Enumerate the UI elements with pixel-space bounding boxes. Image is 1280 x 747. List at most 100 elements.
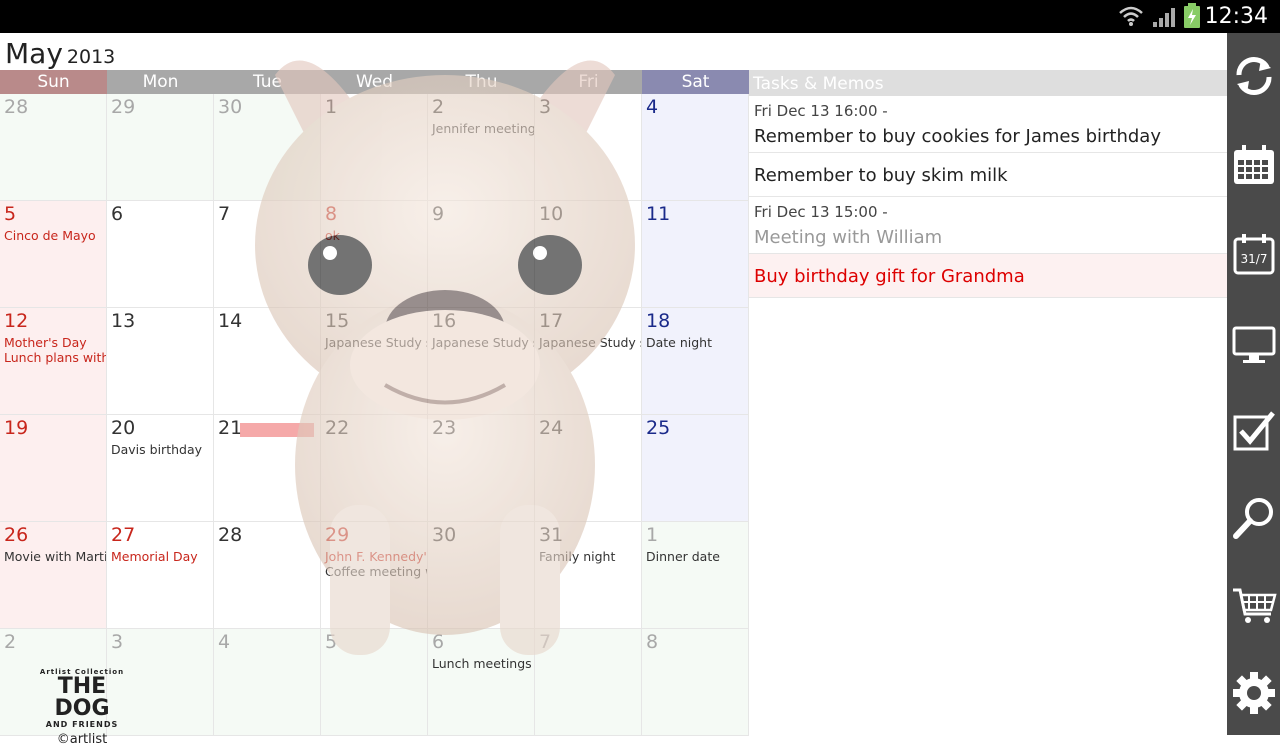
day-cell[interactable]: 27 Memorial Day [107,522,214,629]
settings-button[interactable] [1227,658,1280,728]
day-number: 23 [432,417,457,439]
day-cell[interactable]: 8 ok [321,201,428,308]
day-number: 15 [325,310,350,332]
day-cell[interactable]: 13 [107,308,214,415]
day-cell[interactable]: 25 [642,415,749,522]
day-number: 28 [218,524,243,546]
day-cell[interactable]: 30 [214,94,321,201]
tasks-button[interactable] [1227,395,1280,465]
day-cell[interactable]: 24 [535,415,642,522]
day-number: 6 [111,203,124,225]
brand-copyright: ©artlist [56,732,108,747]
day-cell[interactable]: 4 [642,94,749,201]
day-cell[interactable]: 9 [428,201,535,308]
day-view-button[interactable]: 31/7 [1227,219,1280,289]
day-number: 6 [432,631,445,653]
day-cell[interactable]: 22 [321,415,428,522]
weekday-header: Fri [535,70,642,94]
event-label[interactable]: Lunch meetings [432,656,532,671]
event-label[interactable]: John F. Kennedy's [325,549,427,564]
day-number: 1 [325,96,338,118]
day-cell[interactable]: 14 [214,308,321,415]
day-cell[interactable]: 16 Japanese Study s [428,308,535,415]
event-label[interactable]: Dinner date [646,549,720,564]
day-cell[interactable]: 7 [214,201,321,308]
sync-button[interactable] [1227,41,1280,111]
event-label[interactable]: Cinco de Mayo [4,228,96,243]
day-cell[interactable]: 26 Movie with Martin [0,522,107,629]
day-cell[interactable]: 2 Jennifer meeting [428,94,535,201]
day-number: 4 [646,96,659,118]
task-item[interactable]: Fri Dec 13 15:00 - Meeting with William [749,197,1227,254]
day-number: 25 [646,417,671,439]
brand-logo: Artlist Collection THE DOG AND FRIENDS ©… [28,668,136,747]
task-item[interactable]: Fri Dec 13 16:00 - Remember to buy cookie… [749,96,1227,153]
action-sidebar: 31/7 [1227,33,1280,735]
day-number: 8 [646,631,659,653]
day-cell[interactable]: 20 Davis birthday [107,415,214,522]
event-label[interactable]: Movie with Martin [4,549,106,564]
day-cell[interactable]: 29 John F. Kennedy's Coffee meeting w [321,522,428,629]
event-label[interactable]: ok [325,228,340,243]
event-label[interactable]: Japanese Study s [539,335,641,350]
day-number: 24 [539,417,564,439]
day-cell[interactable]: 1 [321,94,428,201]
day-number: 7 [218,203,231,225]
search-button[interactable] [1227,483,1280,553]
day-cell[interactable]: 5 [321,629,428,736]
weekday-header: Sun [0,70,107,94]
day-cell[interactable]: 11 [642,201,749,308]
day-cell[interactable]: 5 Cinco de Mayo [0,201,107,308]
year: 2013 [66,46,116,68]
event-label[interactable]: Memorial Day [111,549,198,564]
task-text: Meeting with William [754,227,943,248]
day-number: 4 [218,631,231,653]
event-label[interactable]: Davis birthday [111,442,202,457]
day-number: 26 [4,524,29,546]
day-cell[interactable]: 3 [535,94,642,201]
task-item[interactable]: Buy birthday gift for Grandma [749,254,1227,298]
day-cell[interactable]: 18 Date night [642,308,749,415]
day-cell[interactable]: 31 Family night [535,522,642,629]
event-label[interactable]: Japanese Study s [325,335,427,350]
day-cell[interactable]: 6 [107,201,214,308]
day-number: 3 [539,96,552,118]
event-label[interactable]: Lunch plans with [4,350,106,365]
brand-main: THE DOG [54,674,110,721]
store-button[interactable] [1227,570,1280,640]
day-cell[interactable]: 19 [0,415,107,522]
day-cell[interactable]: 1 Dinner date [642,522,749,629]
month-title[interactable]: May 2013 [5,37,115,70]
day-cell[interactable]: 17 Japanese Study s [535,308,642,415]
day-cell[interactable]: 29 [107,94,214,201]
day-cell[interactable]: 15 Japanese Study s [321,308,428,415]
day-cell[interactable]: 28 [214,522,321,629]
brand-sub: AND FRIENDS [45,720,119,729]
day-number: 12 [4,310,29,332]
day-number: 10 [539,203,564,225]
tasks-memos-panel: Tasks & Memos Fri Dec 13 16:00 - Remember… [749,70,1227,735]
day-cell[interactable]: 6 Lunch meetings [428,629,535,736]
event-label[interactable]: Jennifer meeting [432,121,534,136]
event-label[interactable]: Coffee meeting w [325,564,427,579]
event-label[interactable]: Family night [539,549,615,564]
event-label[interactable]: Japanese Study s [432,335,534,350]
day-cell[interactable]: 30 [428,522,535,629]
display-button[interactable] [1227,308,1280,378]
day-cell[interactable]: 8 [642,629,749,736]
weekday-header: Wed [321,70,428,94]
event-label[interactable]: Mother's Day [4,335,87,350]
day-cell[interactable]: 21 [214,415,321,522]
day-cell[interactable]: 4 [214,629,321,736]
month-view-button[interactable] [1227,130,1280,200]
day-cell[interactable]: 10 [535,201,642,308]
day-number: 18 [646,310,671,332]
day-cell[interactable]: 7 [535,629,642,736]
weekday-header: Sat [642,70,749,94]
weekday-header: Mon [107,70,214,94]
day-cell[interactable]: 28 [0,94,107,201]
day-cell[interactable]: 12 Mother's Day Lunch plans with [0,308,107,415]
event-label[interactable]: Date night [646,335,712,350]
task-item[interactable]: Remember to buy skim milk [749,153,1227,197]
day-cell[interactable]: 23 [428,415,535,522]
